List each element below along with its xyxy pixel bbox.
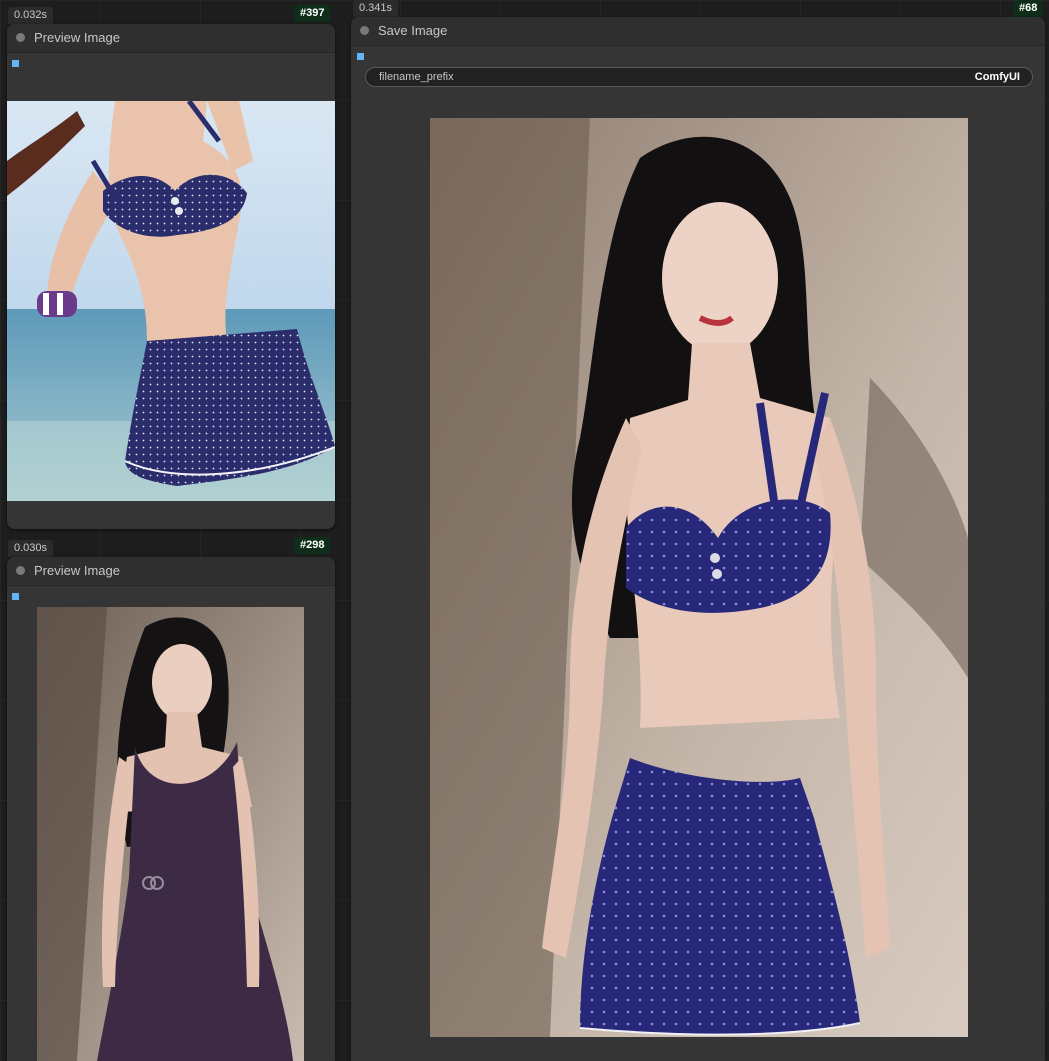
woman-purple-dress-image[interactable] xyxy=(37,607,304,1061)
node-title: Preview Image xyxy=(34,563,120,578)
node-title: Preview Image xyxy=(34,30,120,45)
node-id-badge: #68 xyxy=(1013,0,1044,17)
execution-time-badge: 0.032s xyxy=(8,7,54,24)
save-image-node[interactable]: Save Image filename_prefix ComfyUI xyxy=(351,17,1045,1061)
execution-time-badge: 0.030s xyxy=(8,540,54,557)
woman-navy-polka-dot-bikini-image[interactable] xyxy=(430,118,968,1037)
collapse-dot-icon[interactable] xyxy=(16,33,25,42)
beach-polka-dot-bikini-image[interactable] xyxy=(7,101,335,501)
node-title: Save Image xyxy=(378,23,448,38)
node-header[interactable]: Preview Image xyxy=(7,557,335,586)
filename-prefix-value[interactable]: ComfyUI xyxy=(975,68,1020,86)
node-header[interactable]: Preview Image xyxy=(7,24,335,53)
preview-image-node[interactable]: Preview Image xyxy=(7,24,335,529)
node-id-badge: #397 xyxy=(294,5,331,22)
images-input-slot[interactable] xyxy=(12,60,19,67)
images-input-slot[interactable] xyxy=(357,53,364,60)
filename-prefix-field[interactable]: filename_prefix ComfyUI xyxy=(365,67,1033,87)
node-id-badge: #298 xyxy=(294,537,331,554)
collapse-dot-icon[interactable] xyxy=(360,26,369,35)
preview-image-node[interactable]: Preview Image xyxy=(7,557,335,1061)
execution-time-badge: 0.341s xyxy=(353,0,399,17)
node-canvas[interactable]: 0.032s #397 Preview Image 0.030s #298 Pr… xyxy=(0,0,1049,1061)
images-input-slot[interactable] xyxy=(12,593,19,600)
filename-prefix-label: filename_prefix xyxy=(379,71,454,83)
collapse-dot-icon[interactable] xyxy=(16,566,25,575)
node-header[interactable]: Save Image xyxy=(351,17,1045,46)
